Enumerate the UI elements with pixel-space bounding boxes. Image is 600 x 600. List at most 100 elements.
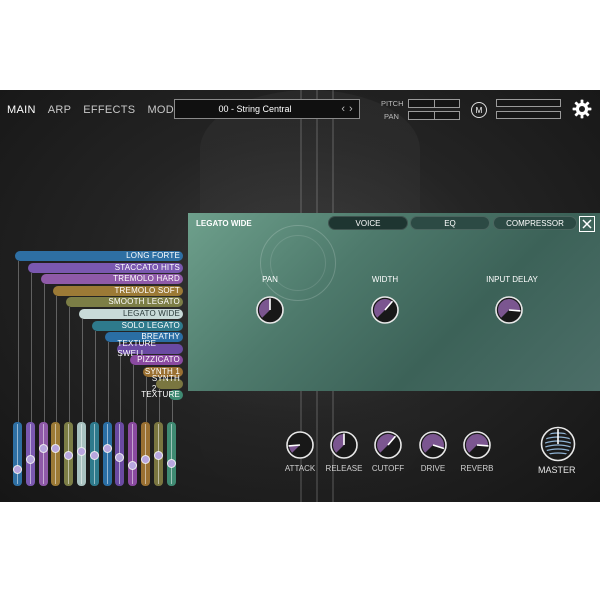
cutoff-knob[interactable] [373, 430, 403, 460]
articulation-volume-slider[interactable] [166, 422, 176, 486]
slider-thumb[interactable] [13, 464, 22, 474]
tab-voice[interactable]: VOICE [328, 216, 408, 230]
tab-compressor[interactable]: COMPRESSOR [493, 216, 577, 230]
pan-label: PAN [384, 112, 399, 121]
articulation-legato-wide[interactable]: LEGATO WIDE [79, 309, 183, 319]
cutoff-label: CUTOFF [371, 464, 405, 473]
articulation-long-forte[interactable]: LONG FORTE [15, 251, 183, 261]
articulation-volume-slider[interactable] [77, 422, 86, 486]
articulation-guide-line [56, 295, 58, 422]
articulation-volume-slider[interactable] [153, 422, 163, 486]
pan-slider[interactable] [408, 111, 460, 120]
articulation-volume-slider[interactable] [115, 422, 125, 486]
articulation-label: SOLO LEGATO [121, 320, 180, 330]
articulation-tremolo-soft[interactable]: TREMOLO SOFT [53, 285, 183, 296]
input-delay-knob-label: INPUT DELAY [486, 275, 538, 284]
output-meter-left [496, 99, 561, 107]
articulation-volume-slider[interactable] [13, 422, 22, 486]
width-knob[interactable] [370, 295, 400, 325]
pitch-label: PITCH [381, 99, 404, 108]
articulation-volume-slider[interactable] [64, 422, 74, 486]
pan-knob[interactable] [255, 295, 285, 325]
m-button[interactable]: M [471, 102, 487, 118]
close-icon[interactable] [579, 216, 595, 232]
articulation-guide-line [171, 400, 173, 422]
preset-nav: ‹ › [335, 100, 359, 118]
articulation-guide-line [18, 261, 19, 422]
pitch-slider[interactable] [408, 99, 460, 108]
articulation-guide-line [30, 272, 32, 422]
articulation-settings-panel: LEGATO WIDE VOICE EQ COMPRESSOR PAN WIDT… [188, 213, 600, 391]
gear-icon[interactable] [572, 99, 592, 119]
tab-arp[interactable]: ARP [47, 104, 73, 116]
main-nav: MAIN ARP EFFECTS MOD [6, 104, 175, 116]
chevron-right-icon[interactable]: › [349, 103, 353, 115]
width-knob-label: WIDTH [371, 275, 399, 284]
articulation-pizzicato[interactable]: PIZZICATO [130, 355, 183, 366]
pan-knob-label: PAN [262, 275, 278, 284]
slider-thumb[interactable] [89, 451, 99, 461]
articulation-guide-line [82, 319, 83, 422]
articulation-volume-slider[interactable] [51, 422, 61, 486]
reverb-label: REVERB [460, 464, 494, 473]
slider-thumb[interactable] [51, 443, 61, 453]
articulation-label: STACCATO HITS [114, 262, 180, 272]
preset-name[interactable]: 00 - String Central [175, 104, 335, 114]
articulation-guide-line [107, 342, 109, 422]
release-label: RELEASE [325, 464, 363, 473]
articulation-label: PIZZICATO [137, 355, 180, 365]
articulation-volume-slider[interactable] [89, 422, 99, 486]
tab-main[interactable]: MAIN [6, 104, 37, 116]
chevron-left-icon[interactable]: ‹ [341, 103, 345, 115]
panel-title: LEGATO WIDE [196, 219, 252, 228]
articulation-label: LEGATO WIDE [122, 309, 180, 318]
articulation-volume-slider[interactable] [102, 422, 112, 486]
attack-label: ATTACK [284, 464, 316, 473]
articulation-synth-2[interactable]: SYNTH 2 [152, 374, 183, 393]
output-meter-right [496, 111, 561, 119]
articulation-label: TREMOLO HARD [113, 274, 180, 284]
articulation-guide-line [133, 365, 135, 422]
instrument-window: MAIN ARP EFFECTS MOD 00 - String Central… [0, 90, 600, 502]
slider-thumb[interactable] [38, 443, 48, 453]
articulation-label: TEXTURE [141, 390, 180, 400]
articulation-label: SMOOTH LEGATO [108, 297, 180, 307]
slider-thumb[interactable] [153, 451, 163, 461]
articulation-guide-line [43, 284, 45, 422]
reverb-knob[interactable] [462, 430, 492, 460]
slider-thumb[interactable] [141, 455, 150, 465]
articulation-volume-slider[interactable] [38, 422, 48, 486]
slider-thumb[interactable] [128, 461, 138, 471]
articulation-volume-slider[interactable] [141, 422, 150, 486]
slider-thumb[interactable] [102, 443, 112, 453]
articulation-texture-swell[interactable]: TEXTURE SWELL [117, 339, 183, 358]
slider-thumb[interactable] [25, 455, 35, 465]
slider-thumb[interactable] [64, 451, 74, 461]
input-delay-knob[interactable] [494, 295, 524, 325]
articulation-texture[interactable]: TEXTURE [141, 390, 183, 401]
articulation-label: LONG FORTE [126, 251, 180, 260]
articulation-volume-slider[interactable] [25, 422, 35, 486]
articulation-guide-line [120, 353, 122, 422]
tab-eq[interactable]: EQ [410, 216, 490, 230]
slider-thumb[interactable] [115, 453, 125, 463]
articulation-tremolo-hard[interactable]: TREMOLO HARD [40, 274, 183, 285]
articulation-label: TREMOLO SOFT [114, 285, 180, 295]
attack-knob[interactable] [285, 430, 315, 460]
drive-knob[interactable] [418, 430, 448, 460]
master-knob[interactable] [540, 426, 576, 462]
articulation-staccato-hits[interactable]: STACCATO HITS [27, 262, 183, 273]
articulation-guide-line [69, 307, 71, 422]
release-knob[interactable] [329, 430, 359, 460]
tab-mod[interactable]: MOD [146, 104, 175, 116]
slider-thumb[interactable] [77, 447, 86, 457]
articulation-solo-legato[interactable]: SOLO LEGATO [91, 320, 183, 331]
master-label: MASTER [538, 465, 576, 475]
preset-selector[interactable]: 00 - String Central ‹ › [174, 99, 360, 119]
articulation-guide-line [94, 330, 96, 422]
drive-label: DRIVE [420, 464, 446, 473]
articulation-volume-slider[interactable] [128, 422, 138, 486]
slider-thumb[interactable] [166, 458, 176, 468]
tab-effects[interactable]: EFFECTS [82, 104, 136, 116]
articulation-smooth-legato[interactable]: SMOOTH LEGATO [66, 297, 183, 308]
